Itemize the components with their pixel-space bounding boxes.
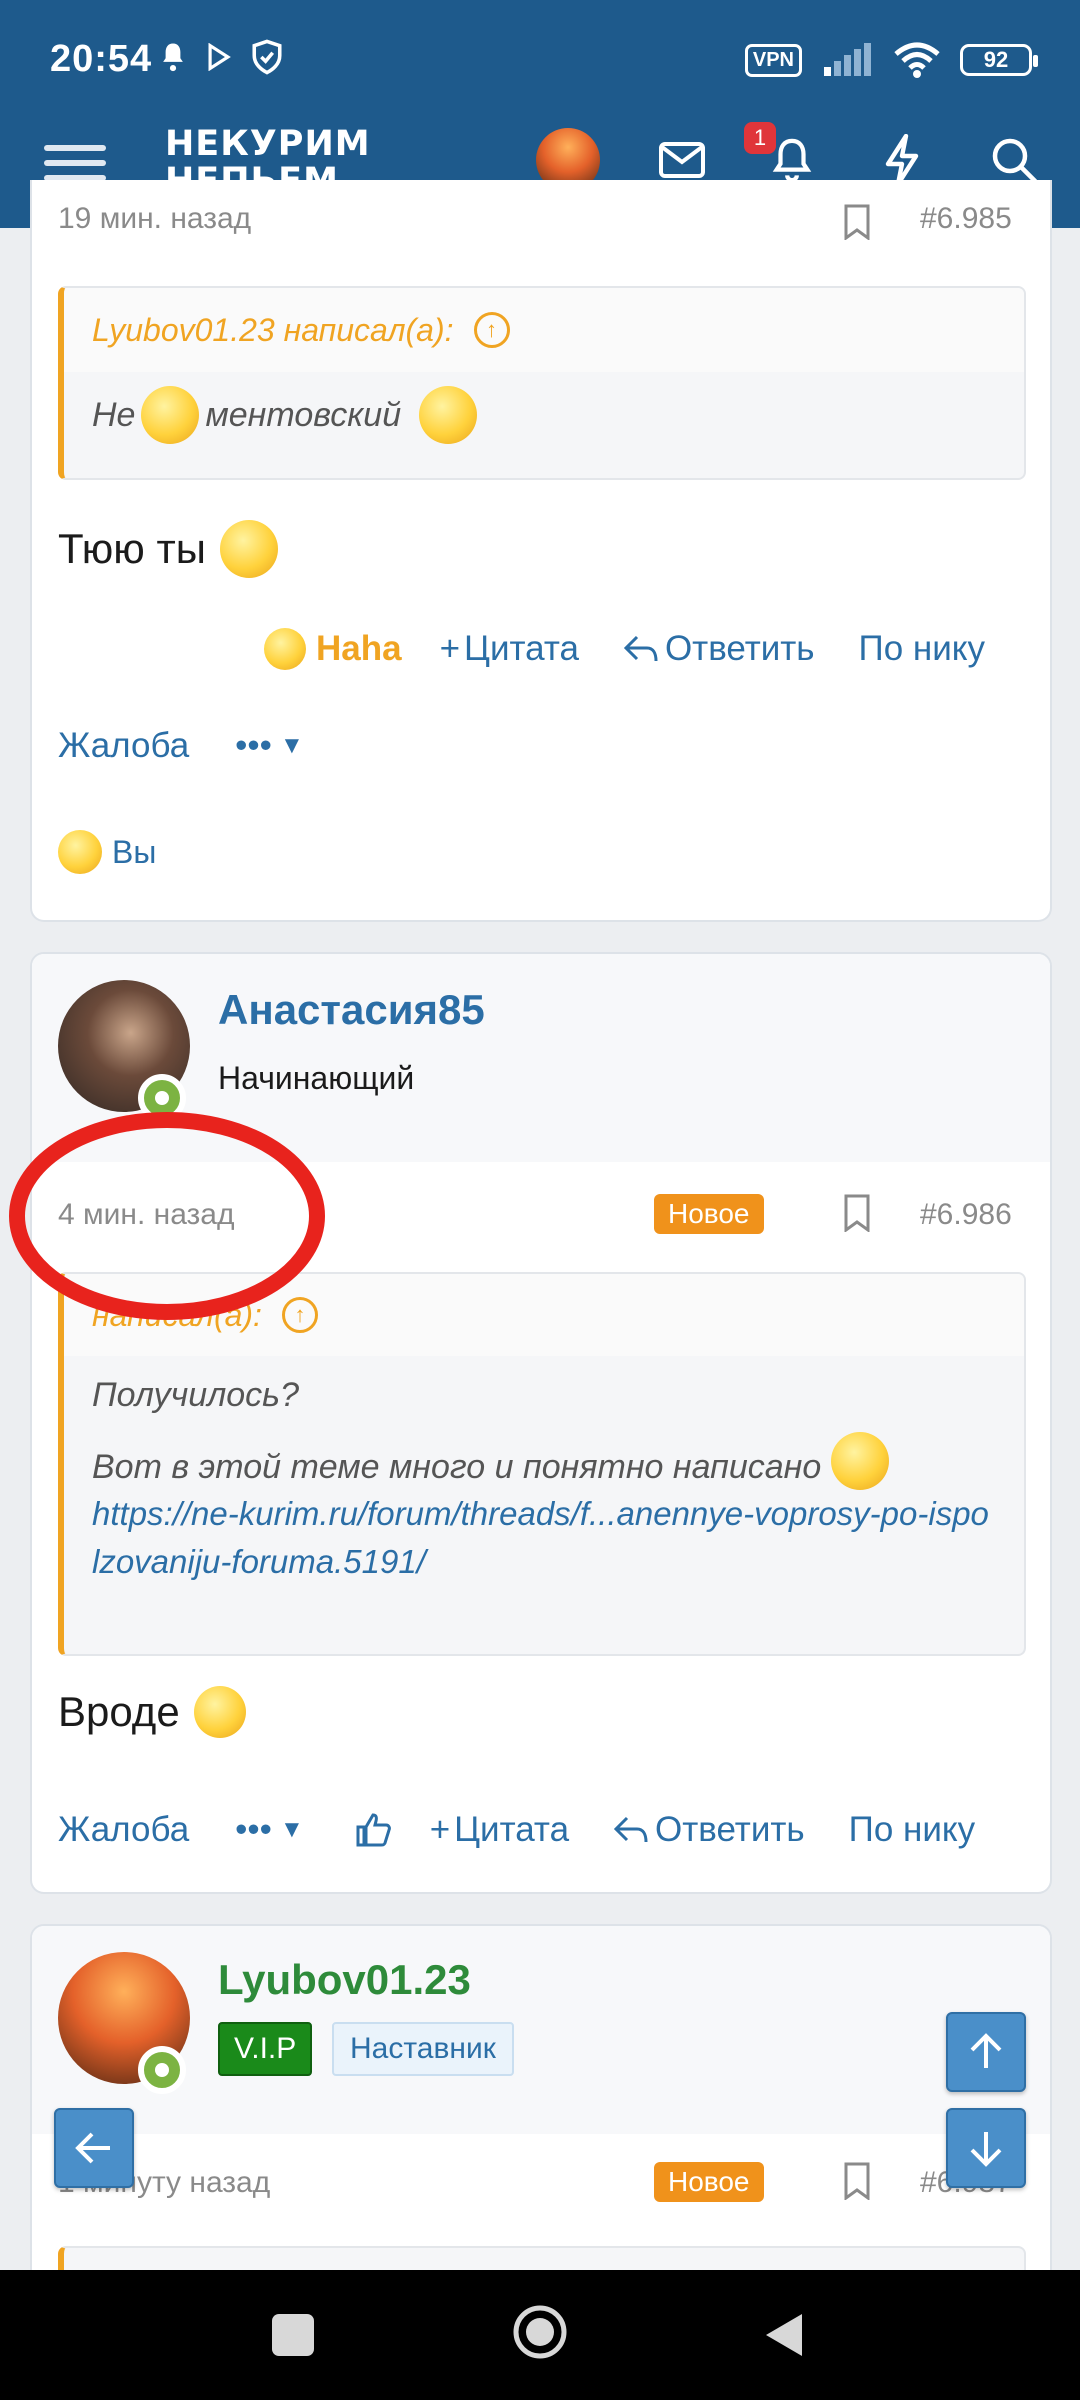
reactions-summary[interactable]: Вы <box>58 830 156 874</box>
caret-down-icon[interactable]: ▼ <box>280 732 304 760</box>
reaction-haha-button[interactable]: Haha <box>316 629 402 669</box>
new-badge: Новое <box>654 2162 764 2202</box>
quote-text: Получилось? Вот в этой теме много и поня… <box>64 1356 1024 1586</box>
reply-arrow-icon <box>613 1816 648 1843</box>
arrow-up-icon[interactable]: ↑ <box>473 312 510 348</box>
quote-header[interactable]: Lyubov01.23 написал(а): ↑ <box>64 288 1024 372</box>
smile-emoji-icon <box>831 1432 890 1490</box>
recents-button[interactable] <box>272 2314 314 2356</box>
quote-line-2-row: Вот в этой теме много и понятно написано <box>92 1418 996 1490</box>
mentor-badge: Наставник <box>332 2022 514 2076</box>
vip-badge: V.I.P <box>218 2022 313 2076</box>
quote-block: написал(а): ↑ Получилось? Вот в этой тем… <box>58 1272 1026 1656</box>
status-icons-right: VPN 92 <box>744 42 1038 78</box>
post-body: Вроде <box>58 1686 246 1738</box>
post-card-6985: 19 мин. назад #6.985 Lyubov01.23 написал… <box>30 180 1052 922</box>
caret-down-icon[interactable]: ▼ <box>280 1816 304 1844</box>
post-body: Тюю ты <box>58 520 278 578</box>
back-arrow-button[interactable] <box>54 2108 134 2188</box>
post-actions: Haha + Цитата Ответить По нику <box>264 628 985 670</box>
quote-line-2: Вот в этой теме много и понятно написано <box>92 1448 822 1486</box>
rolling-eyes-emoji-icon <box>219 520 278 578</box>
logo-line-1: НЕКУРИМ <box>165 124 371 164</box>
highlight-circle-annotation <box>9 1112 325 1320</box>
quote-button[interactable]: Цитата <box>464 629 579 669</box>
post-body-text: Вроде <box>58 1688 180 1735</box>
play-icon <box>208 43 231 71</box>
user-title: Начинающий <box>218 1060 415 1096</box>
plus-icon: + <box>439 629 461 668</box>
post-number[interactable]: #6.986 <box>920 1198 1012 1232</box>
bookmark-icon[interactable] <box>842 2162 872 2200</box>
smirk-emoji-icon <box>419 386 478 444</box>
quote-line-1: Получилось? <box>92 1376 299 1414</box>
wifi-icon <box>894 42 940 78</box>
hand-over-mouth-emoji-icon <box>193 1686 246 1738</box>
post-secondary-actions: Жалоба ••• ▼ <box>58 726 304 766</box>
more-button[interactable]: ••• <box>235 1810 272 1850</box>
laughing-emoji-icon <box>58 830 102 874</box>
laughing-emoji-icon <box>264 628 306 670</box>
by-nick-button[interactable]: По нику <box>849 1810 975 1850</box>
reply-button[interactable]: Ответить <box>655 1810 805 1850</box>
reply-button[interactable]: Ответить <box>665 629 815 669</box>
quote-link[interactable]: https://ne-kurim.ru/forum/threads/f...an… <box>92 1490 996 1586</box>
home-button[interactable] <box>512 2304 568 2360</box>
quote-block: Lyubov01.23 написал(а): ↑ Не ментовский <box>58 286 1026 480</box>
reply-arrow-icon <box>623 635 658 662</box>
username[interactable]: Анастасия85 <box>218 986 485 1034</box>
notification-count-badge: 1 <box>744 122 776 154</box>
post-card-6986: Анастасия85 Начинающий 4 мин. назад Ново… <box>30 952 1052 1894</box>
thumbs-up-icon[interactable] <box>354 1811 392 1849</box>
online-status-icon <box>138 2046 186 2094</box>
reacted-by: Вы <box>112 833 157 870</box>
scroll-down-button[interactable] <box>946 2108 1026 2188</box>
quote-author: Lyubov01.23 написал(а): <box>92 311 454 348</box>
quote-button[interactable]: Цитата <box>454 1810 569 1850</box>
username[interactable]: Lyubov01.23 <box>218 1956 471 2004</box>
post-time: 19 мин. назад <box>58 202 252 235</box>
more-button[interactable]: ••• <box>235 726 272 766</box>
status-icons-left <box>158 38 284 76</box>
bookmark-icon[interactable] <box>842 204 872 240</box>
bell-icon <box>163 43 183 72</box>
back-button[interactable] <box>762 2310 806 2360</box>
report-button[interactable]: Жалоба <box>58 726 189 766</box>
system-nav-bar <box>0 2270 1080 2400</box>
status-bar: 20:54 VPN 92 <box>0 0 1080 122</box>
battery-indicator: 92 <box>960 44 1038 76</box>
post-actions: Жалоба ••• ▼ + Цитата Ответить По нику <box>58 1810 975 1850</box>
report-button[interactable]: Жалоба <box>58 1810 189 1850</box>
status-time: 20:54 <box>50 38 153 80</box>
bookmark-icon[interactable] <box>842 1194 872 1232</box>
signal-icon <box>824 43 871 76</box>
quote-text: Не ментовский <box>64 372 1024 444</box>
vpn-badge: VPN <box>744 43 802 77</box>
quote-word-1: Не <box>92 395 136 434</box>
plus-icon: + <box>429 1810 451 1849</box>
post-body-text: Тюю ты <box>58 525 206 572</box>
scroll-up-button[interactable] <box>946 2012 1026 2092</box>
shield-check-icon <box>252 39 282 75</box>
new-badge: Новое <box>654 1194 764 1234</box>
unamused-emoji-icon <box>141 386 200 444</box>
post-number[interactable]: #6.985 <box>920 202 1012 236</box>
quote-word-2: ментовский <box>205 395 402 434</box>
by-nick-button[interactable]: По нику <box>859 629 985 669</box>
